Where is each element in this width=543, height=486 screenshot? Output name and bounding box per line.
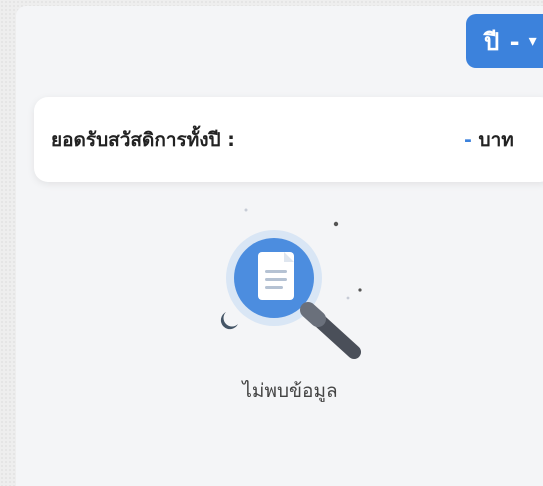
magnifier-document-icon xyxy=(220,208,362,359)
summary-value: - บาท xyxy=(464,125,514,155)
summary-unit: บาท xyxy=(478,129,514,151)
year-select-label: ปี - xyxy=(484,27,521,56)
year-select[interactable]: ปี - ▾ xyxy=(466,14,543,68)
chevron-down-icon: ▾ xyxy=(528,30,537,50)
empty-state-message: ไม่พบข้อมูล xyxy=(242,380,338,402)
summary-title: ยอดรับสวัสดิการทั้งปี : xyxy=(51,129,235,151)
summary-amount: - xyxy=(464,129,472,151)
welfare-summary-card: ยอดรับสวัสดิการทั้งปี : - บาท xyxy=(34,97,543,182)
